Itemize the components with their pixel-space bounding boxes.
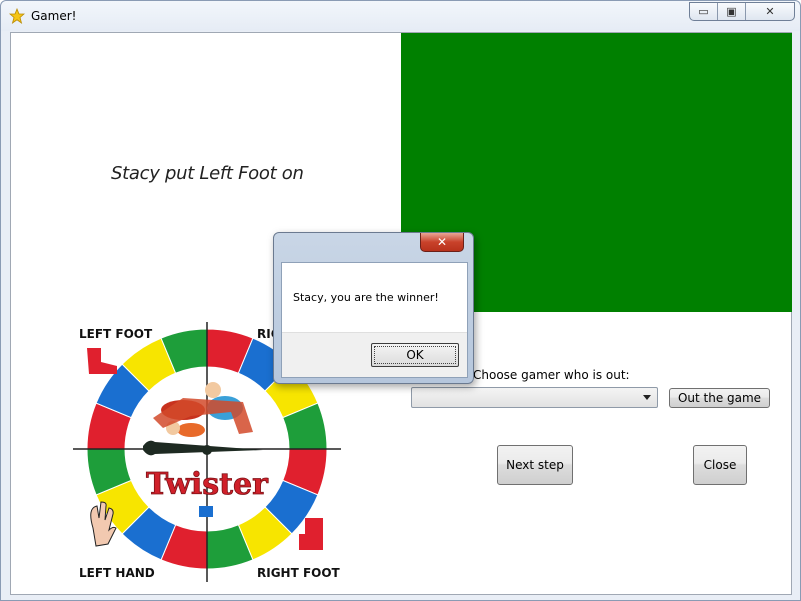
dialog-close-button[interactable]: ✕ (420, 233, 464, 252)
label-left-hand: LEFT HAND (79, 566, 155, 580)
pointer-pivot (202, 445, 212, 455)
winner-dialog: ✕ Stacy, you are the winner! OK (273, 232, 474, 384)
maximize-button[interactable]: ▣ (718, 3, 746, 20)
maximize-icon: ▣ (726, 5, 737, 18)
window-title: Gamer! (31, 9, 77, 23)
next-step-button[interactable]: Next step (497, 445, 573, 485)
dialog-footer: OK (282, 332, 467, 377)
label-right-foot: RIGHT FOOT (257, 566, 341, 580)
minimize-button[interactable]: ▭ (690, 3, 718, 20)
window-controls: ▭ ▣ ✕ (689, 2, 795, 21)
out-the-game-button[interactable]: Out the game (669, 388, 770, 408)
dialog-body: Stacy, you are the winner! OK (281, 262, 468, 378)
player-select[interactable] (411, 387, 658, 408)
label-left-foot: LEFT FOOT (79, 327, 153, 341)
focus-ring (374, 346, 456, 364)
close-button[interactable]: Close (693, 445, 747, 485)
twister-logo: Twister (146, 467, 269, 502)
close-window-button[interactable]: ✕ (746, 3, 794, 20)
ok-button[interactable]: OK (371, 343, 459, 367)
minimize-icon: ▭ (698, 5, 709, 18)
move-prompt: Stacy put Left Foot on (111, 163, 304, 184)
out-label: Choose gamer who is out: (473, 368, 630, 382)
title-bar[interactable]: Gamer! ▭ ▣ ✕ (1, 1, 800, 31)
close-icon: ✕ (436, 235, 448, 249)
brand-badge-icon (199, 506, 213, 517)
chevron-down-icon (643, 395, 651, 400)
star-icon (9, 8, 25, 24)
close-icon: ✕ (765, 5, 775, 18)
dialog-message: Stacy, you are the winner! (293, 291, 439, 304)
